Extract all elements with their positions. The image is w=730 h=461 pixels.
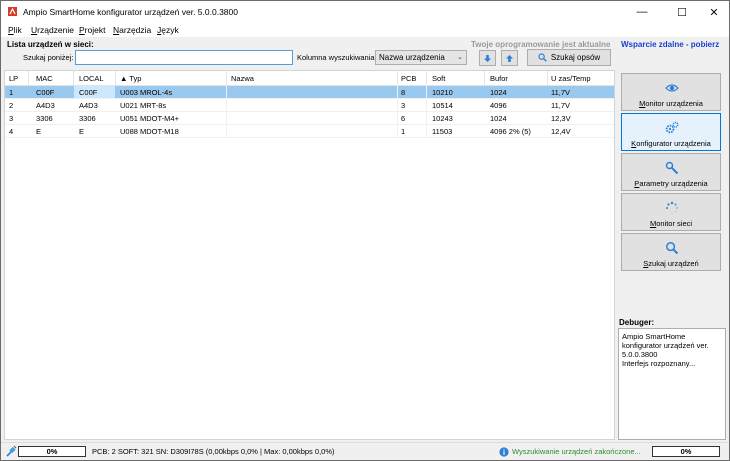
menu-urzadzenie[interactable]: Urządzenie [31,25,74,35]
column-header-lp[interactable]: LP [9,74,18,83]
remote-support-link[interactable]: Wsparcie zdalne - pobierz [621,40,719,49]
progress-left: 0% [18,446,86,457]
device-parameters-label: Parametry urządzenia [634,179,708,188]
device-monitor-button[interactable]: Monitor urządzenia [621,73,721,111]
search-icon [538,53,547,62]
column-header-local[interactable]: LOCAL [79,74,104,83]
title-bar: Ampio SmartHome konfigurator urządzeń ve… [1,1,729,23]
app-window: Ampio SmartHome konfigurator urządzeń ve… [0,0,730,461]
close-button[interactable]: ✕ [697,1,729,23]
column-header-u-zas-temp[interactable]: U zas/Temp [551,74,591,83]
column-header-bufor[interactable]: Bufor [490,74,508,83]
window-title: Ampio SmartHome konfigurator urządzeń ve… [23,7,238,17]
column-header-pcb[interactable]: PCB [401,74,416,83]
search-options-button[interactable]: Szukaj opsów [527,49,611,66]
find-devices-label: Szukaj urządzeń [643,259,699,268]
search-column-select[interactable]: Nazwa urządzenia ⌄ [375,50,467,65]
table-row[interactable]: 4 E E U088 MDOT-M18 1 11503 4096 2% (5) … [5,125,614,137]
search-column-value: Nazwa urządzenia [379,53,445,62]
device-table[interactable]: LP MAC LOCAL ▲ Typ Nazwa PCB Soft Bufor … [4,70,615,440]
device-list-label: Lista urządzeń w sieci: [7,40,94,49]
debugger-label: Debuger: [619,318,655,327]
wrench-icon [665,161,679,175]
device-configurator-button[interactable]: Konfigurator urządzenia [621,113,721,151]
info-icon [499,447,509,457]
update-status-note: Twoje oprogramowanie jest aktualne [471,40,611,49]
spinner-icon [666,201,678,214]
menu-projekt[interactable]: Projekt [79,25,105,35]
search-column-label: Kolumna wyszukiwania: [297,53,377,62]
menu-narzedzia[interactable]: Narzędzia [113,25,151,35]
table-header: LP MAC LOCAL ▲ Typ Nazwa PCB Soft Bufor … [5,71,614,86]
column-header-soft[interactable]: Soft [432,74,445,83]
menu-jezyk[interactable]: Język [157,25,179,35]
gears-icon [665,121,679,134]
status-message: Wyszukiwanie urządzeń zakończone... [512,447,641,456]
arrow-down-icon [484,54,491,62]
minimize-button[interactable]: — [625,1,659,23]
column-header-mac[interactable]: MAC [36,74,53,83]
device-configurator-label: Konfigurator urządzenia [631,139,711,148]
table-row[interactable]: 2 A4D3 A4D3 U021 MRT-8s 3 10514 4096 11,… [5,99,614,111]
search-next-button[interactable] [479,50,496,66]
menu-plik[interactable]: Plik [8,25,22,35]
find-devices-button[interactable]: Szukaj urządzeń [621,233,721,271]
progress-right: 0% [652,446,720,457]
table-row[interactable]: 1 C00F C00F U003 MROL-4s 8 10210 1024 11… [5,86,614,98]
column-header-nazwa[interactable]: Nazwa [231,74,254,83]
status-bar: 0% PCB: 2 SOFT: 321 SN: D309I78S (0,00kb… [1,442,729,460]
debugger-output[interactable]: Ampio SmartHome konfigurator urządzeń ve… [618,328,726,440]
arrow-up-icon [506,54,513,62]
table-row[interactable]: 3 3306 3306 U051 MDOT-M4+ 6 10243 1024 1… [5,112,614,124]
search-prev-button[interactable] [501,50,518,66]
search-options-label: Szukaj opsów [550,53,601,62]
connection-info: PCB: 2 SOFT: 321 SN: D309I78S (0,00kbps … [92,447,335,456]
search-input[interactable] [75,50,293,65]
search-icon [666,242,679,255]
app-logo-icon [8,7,17,16]
connection-plug-icon [6,445,17,457]
network-monitor-button[interactable]: Monitor sieci [621,193,721,231]
search-label: Szukaj poniżej: [23,53,74,62]
device-parameters-button[interactable]: Parametry urządzenia [621,153,721,191]
menu-bar: Plik Urządzenie Projekt Narzędzia Język [1,23,729,37]
eye-icon [665,84,679,92]
chevron-down-icon: ⌄ [457,54,463,61]
column-header-typ[interactable]: ▲ Typ [120,74,141,83]
device-monitor-label: Monitor urządzenia [639,99,703,108]
network-monitor-label: Monitor sieci [649,219,693,228]
maximize-button[interactable]: ☐ [665,1,699,23]
